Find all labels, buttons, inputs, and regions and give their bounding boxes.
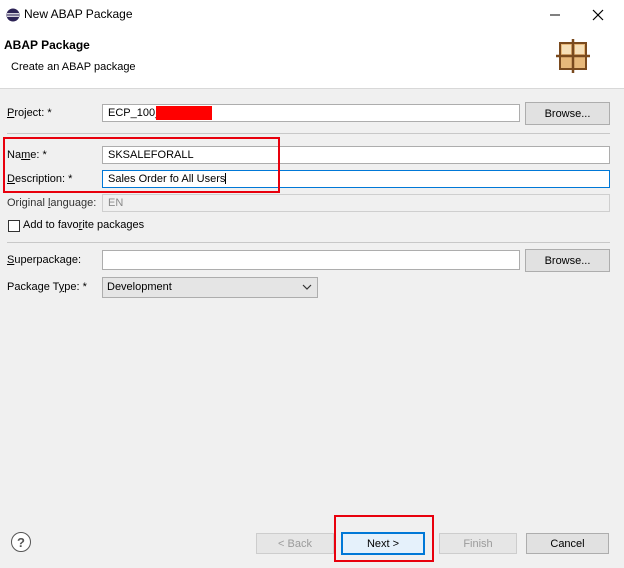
- eclipse-icon: [6, 8, 20, 22]
- project-field[interactable]: ECP_100_: [102, 104, 520, 122]
- cancel-button[interactable]: Cancel: [526, 533, 609, 554]
- finish-button[interactable]: Finish: [439, 533, 517, 554]
- package-type-value: Development: [107, 281, 172, 293]
- minimize-icon: [550, 14, 560, 16]
- page-subtitle: Create an ABAP package: [11, 61, 136, 73]
- superpackage-browse-button[interactable]: Browse...: [525, 249, 610, 272]
- redacted-mark: [156, 106, 212, 120]
- original-language-label: Original language:: [7, 197, 97, 209]
- chevron-down-icon: [302, 284, 312, 290]
- close-icon: [592, 9, 604, 21]
- separator: [7, 133, 610, 134]
- project-browse-button[interactable]: Browse...: [525, 102, 610, 125]
- superpackage-field[interactable]: [102, 250, 520, 270]
- separator: [7, 242, 610, 243]
- original-language-field: EN: [102, 194, 610, 212]
- superpackage-label: Superpackage:: [7, 254, 82, 266]
- highlight-box: [3, 137, 280, 193]
- project-value: ECP_100_: [108, 107, 162, 119]
- package-icon: [556, 39, 590, 73]
- back-button[interactable]: < Back: [256, 533, 334, 554]
- project-label: Project: *: [7, 107, 52, 119]
- favorite-checkbox[interactable]: [8, 220, 20, 232]
- minimize-button[interactable]: [535, 0, 575, 30]
- page-title: ABAP Package: [4, 38, 90, 52]
- close-button[interactable]: [578, 0, 618, 30]
- help-icon[interactable]: ?: [11, 532, 31, 552]
- favorite-label[interactable]: Add to favorite packages: [23, 219, 144, 231]
- highlight-box: [334, 515, 434, 562]
- package-type-label: Package Type: *: [7, 281, 87, 293]
- package-type-select[interactable]: Development: [102, 277, 318, 298]
- window-title: New ABAP Package: [24, 7, 133, 21]
- wizard-header: [0, 30, 624, 89]
